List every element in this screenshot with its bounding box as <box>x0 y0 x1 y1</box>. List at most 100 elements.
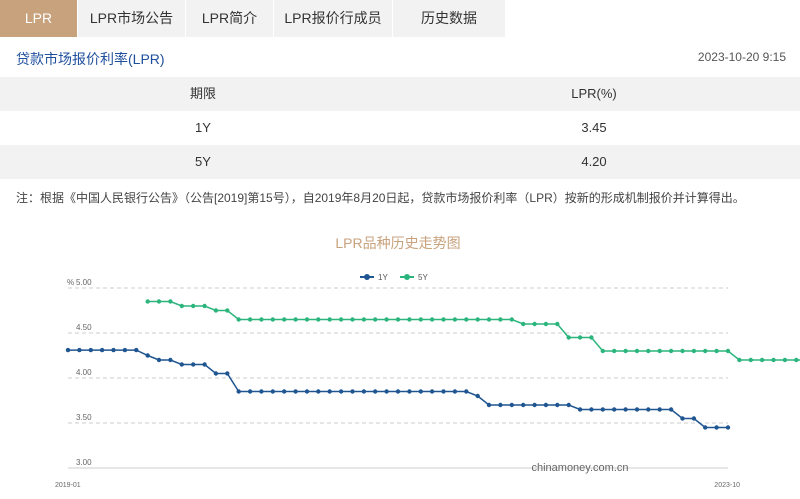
data-point-5y[interactable] <box>350 317 355 322</box>
data-point-1y[interactable] <box>612 407 617 412</box>
data-point-5y[interactable] <box>179 303 184 309</box>
data-point-1y[interactable] <box>509 402 514 408</box>
data-point-5y[interactable] <box>532 321 537 327</box>
data-point-1y[interactable] <box>725 425 731 430</box>
data-point-1y[interactable] <box>327 389 332 394</box>
data-point-5y[interactable] <box>577 335 583 340</box>
data-point-1y[interactable] <box>225 371 230 376</box>
data-point-1y[interactable] <box>259 389 264 394</box>
data-point-5y[interactable] <box>395 317 401 322</box>
data-point-5y[interactable] <box>282 317 287 322</box>
data-point-5y[interactable] <box>270 317 275 322</box>
data-point-5y[interactable] <box>452 317 458 322</box>
data-point-1y[interactable] <box>441 389 446 394</box>
data-point-1y[interactable] <box>714 425 719 430</box>
data-point-5y[interactable] <box>634 348 640 354</box>
data-point-5y[interactable] <box>725 348 731 354</box>
data-point-5y[interactable] <box>612 348 617 354</box>
data-point-1y[interactable] <box>555 402 560 408</box>
data-point-5y[interactable] <box>521 321 526 327</box>
data-point-5y[interactable] <box>794 357 799 363</box>
data-point-5y[interactable] <box>384 317 389 322</box>
data-point-1y[interactable] <box>304 389 310 394</box>
data-point-5y[interactable] <box>418 317 423 322</box>
data-point-5y[interactable] <box>543 321 549 327</box>
data-point-5y[interactable] <box>566 335 571 340</box>
data-point-1y[interactable] <box>464 389 469 394</box>
data-point-1y[interactable] <box>236 389 241 394</box>
tab-lpr-announcements[interactable]: LPR市场公告 <box>78 0 185 37</box>
data-point-5y[interactable] <box>703 348 708 354</box>
data-point-1y[interactable] <box>373 389 378 394</box>
data-point-1y[interactable] <box>111 347 116 353</box>
legend-5y-label[interactable]: 5Y <box>418 273 428 282</box>
data-point-1y[interactable] <box>65 347 71 353</box>
data-point-5y[interactable] <box>316 317 321 322</box>
data-point-5y[interactable] <box>327 317 332 322</box>
data-point-5y[interactable] <box>236 317 241 322</box>
data-point-5y[interactable] <box>293 317 298 322</box>
data-point-5y[interactable] <box>191 303 196 309</box>
tab-lpr[interactable]: LPR <box>0 0 77 37</box>
data-point-5y[interactable] <box>646 348 651 354</box>
data-point-1y[interactable] <box>668 407 674 412</box>
data-point-1y[interactable] <box>134 347 139 353</box>
data-point-5y[interactable] <box>714 348 719 354</box>
data-point-1y[interactable] <box>247 389 253 394</box>
data-point-1y[interactable] <box>566 402 571 408</box>
data-point-5y[interactable] <box>213 308 219 313</box>
data-point-5y[interactable] <box>373 317 378 322</box>
data-point-1y[interactable] <box>88 347 94 353</box>
data-point-1y[interactable] <box>179 362 184 367</box>
data-point-5y[interactable] <box>748 357 753 363</box>
data-point-5y[interactable] <box>464 317 469 322</box>
data-point-1y[interactable] <box>543 402 549 408</box>
chart-legend[interactable]: 1Y 5Y <box>360 273 428 282</box>
data-point-5y[interactable] <box>589 335 594 340</box>
data-point-1y[interactable] <box>623 407 628 412</box>
data-point-5y[interactable] <box>737 357 742 363</box>
data-point-1y[interactable] <box>475 393 480 399</box>
data-point-1y[interactable] <box>338 389 344 394</box>
data-point-5y[interactable] <box>486 317 492 322</box>
data-point-5y[interactable] <box>498 317 503 322</box>
data-point-5y[interactable] <box>168 299 173 304</box>
data-point-1y[interactable] <box>407 389 412 394</box>
data-point-1y[interactable] <box>156 357 162 363</box>
data-point-5y[interactable] <box>600 348 605 354</box>
data-point-1y[interactable] <box>646 407 651 412</box>
data-point-1y[interactable] <box>350 389 355 394</box>
data-point-1y[interactable] <box>532 402 537 408</box>
data-point-1y[interactable] <box>316 389 321 394</box>
data-point-1y[interactable] <box>361 389 367 394</box>
data-point-5y[interactable] <box>361 317 367 322</box>
tab-lpr-intro[interactable]: LPR简介 <box>186 0 273 37</box>
data-point-1y[interactable] <box>270 389 275 394</box>
data-point-1y[interactable] <box>145 353 150 358</box>
data-point-1y[interactable] <box>452 389 458 394</box>
data-point-1y[interactable] <box>384 389 389 394</box>
data-point-5y[interactable] <box>668 348 674 354</box>
data-point-5y[interactable] <box>225 308 230 313</box>
data-point-5y[interactable] <box>623 348 628 354</box>
data-point-5y[interactable] <box>475 317 480 322</box>
data-point-5y[interactable] <box>759 357 765 363</box>
data-point-5y[interactable] <box>145 299 150 304</box>
data-point-1y[interactable] <box>202 362 207 367</box>
data-point-1y[interactable] <box>77 347 82 353</box>
data-point-1y[interactable] <box>600 407 605 412</box>
data-point-5y[interactable] <box>691 348 697 354</box>
data-point-5y[interactable] <box>509 317 514 322</box>
data-point-5y[interactable] <box>555 321 560 327</box>
data-point-5y[interactable] <box>304 317 310 322</box>
data-point-1y[interactable] <box>122 347 128 353</box>
data-point-5y[interactable] <box>771 357 776 363</box>
data-point-1y[interactable] <box>99 347 105 353</box>
data-point-1y[interactable] <box>634 407 640 412</box>
data-point-1y[interactable] <box>293 389 298 394</box>
data-point-1y[interactable] <box>657 407 662 412</box>
data-point-1y[interactable] <box>191 362 196 367</box>
data-point-1y[interactable] <box>703 425 708 430</box>
data-point-5y[interactable] <box>407 317 412 322</box>
data-point-5y[interactable] <box>782 357 788 363</box>
